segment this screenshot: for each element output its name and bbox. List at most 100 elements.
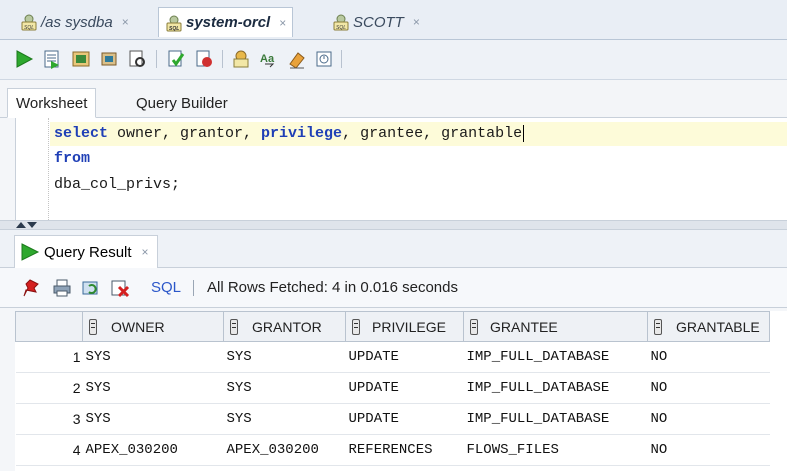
- sql-keyword: from: [54, 150, 91, 167]
- svg-text:SQL: SQL: [24, 25, 34, 31]
- connection-tab-label: system-orcl: [186, 14, 271, 31]
- column-header-grantor[interactable]: GRANTOR: [223, 311, 346, 342]
- sql-text: , grantee, grantable: [342, 125, 523, 142]
- cell-grantor[interactable]: SYS: [223, 372, 346, 404]
- sql-connection-icon: SQL: [333, 14, 349, 31]
- cell-grantable[interactable]: NO: [647, 372, 770, 404]
- fetch-status-text: All Rows Fetched: 4 in 0.016 seconds: [207, 279, 458, 296]
- cell-grantable[interactable]: NO: [647, 434, 770, 466]
- cell-grantor[interactable]: APEX_030200: [223, 434, 346, 466]
- close-icon[interactable]: ×: [279, 16, 286, 30]
- close-icon[interactable]: ×: [413, 15, 420, 29]
- sql-link[interactable]: SQL: [151, 279, 181, 296]
- print-icon[interactable]: [52, 278, 72, 298]
- format-case-icon[interactable]: Aa: [259, 49, 279, 69]
- column-header-owner[interactable]: OWNER: [82, 311, 224, 342]
- connection-tab-system-orcl[interactable]: SQL system-orcl ×: [158, 7, 294, 37]
- table-row[interactable]: 1 SYS SYS UPDATE IMP_FULL_DATABASE NO: [15, 341, 770, 373]
- refresh-icon[interactable]: [81, 278, 101, 298]
- column-header-grantee[interactable]: GRANTEE: [463, 311, 648, 342]
- panel-splitter[interactable]: [0, 220, 787, 230]
- column-header-label: PRIVILEGE: [372, 318, 446, 335]
- run-statement-icon[interactable]: [14, 49, 34, 69]
- pin-icon[interactable]: [22, 278, 42, 298]
- cell-grantee[interactable]: IMP_FULL_DATABASE: [463, 372, 648, 404]
- sql-editor[interactable]: select owner, grantor, privilege, grante…: [15, 118, 787, 220]
- close-icon[interactable]: ×: [122, 15, 129, 29]
- table-header-row: OWNER GRANTOR PRIVILEGE GRANTEE GRANTABL…: [15, 311, 770, 342]
- column-type-icon: [654, 318, 662, 335]
- cell-grantee[interactable]: IMP_FULL_DATABASE: [463, 341, 648, 373]
- svg-text:Aa: Aa: [260, 53, 275, 65]
- toolbar-separator: [193, 280, 194, 296]
- results-grid: OWNER GRANTOR PRIVILEGE GRANTEE GRANTABL…: [15, 311, 787, 471]
- explain-plan-icon[interactable]: [99, 49, 119, 69]
- cell-owner[interactable]: SYS: [82, 372, 224, 404]
- cell-grantable[interactable]: NO: [647, 341, 770, 373]
- collapse-arrows-icon[interactable]: [14, 221, 38, 229]
- cell-privilege[interactable]: UPDATE: [345, 341, 464, 373]
- column-header-label: GRANTEE: [490, 318, 558, 335]
- connection-tab-label: SCOTT: [353, 13, 404, 31]
- svg-text:SQL: SQL: [336, 25, 346, 31]
- tab-worksheet[interactable]: Worksheet: [7, 88, 97, 118]
- editor-gutter: [16, 118, 49, 220]
- cell-grantor[interactable]: SYS: [223, 403, 346, 435]
- run-script-icon[interactable]: [42, 49, 62, 69]
- worksheet-toolbar: Aa: [0, 40, 787, 80]
- cell-grantee[interactable]: FLOWS_FILES: [463, 434, 648, 466]
- code-line-1: select owner, grantor, privilege, grante…: [50, 122, 787, 146]
- toolbar-separator: [156, 50, 157, 68]
- tab-query-builder[interactable]: Query Builder: [128, 88, 236, 118]
- commit-icon[interactable]: [166, 49, 186, 69]
- sql-connection-icon: SQL: [166, 15, 182, 32]
- row-number-header: [15, 311, 83, 342]
- tab-label: Worksheet: [16, 94, 88, 112]
- row-number: 2: [15, 372, 83, 404]
- cell-grantor[interactable]: SYS: [223, 341, 346, 373]
- cell-grantee[interactable]: IMP_FULL_DATABASE: [463, 403, 648, 435]
- cell-privilege[interactable]: REFERENCES: [345, 434, 464, 466]
- connection-tab-sysdba[interactable]: SQL /as sysdba ×: [14, 7, 135, 37]
- cell-owner[interactable]: SYS: [82, 403, 224, 435]
- close-icon[interactable]: ×: [142, 245, 149, 259]
- column-header-label: GRANTOR: [252, 318, 322, 335]
- autotrace-icon[interactable]: [71, 49, 91, 69]
- cell-privilege[interactable]: UPDATE: [345, 403, 464, 435]
- clear-eraser-icon[interactable]: [287, 49, 307, 69]
- unshared-worksheet-icon[interactable]: [314, 49, 334, 69]
- table-row[interactable]: 4 APEX_030200 APEX_030200 REFERENCES FLO…: [15, 434, 770, 466]
- sql-keyword: privilege: [261, 125, 343, 142]
- tab-query-result[interactable]: Query Result ×: [14, 235, 158, 268]
- row-number: 3: [15, 403, 83, 435]
- results-table: OWNER GRANTOR PRIVILEGE GRANTEE GRANTABL…: [15, 311, 770, 466]
- sql-text: dba_col_privs;: [54, 176, 181, 193]
- connection-tab-scott[interactable]: SQL SCOTT ×: [326, 7, 426, 37]
- row-number: 4: [15, 434, 83, 466]
- table-row[interactable]: 3 SYS SYS UPDATE IMP_FULL_DATABASE NO: [15, 403, 770, 435]
- column-header-privilege[interactable]: PRIVILEGE: [345, 311, 464, 342]
- cell-grantable[interactable]: NO: [647, 403, 770, 435]
- tab-label: Query Result: [44, 243, 132, 261]
- result-tab-bar: Query Result ×: [0, 230, 787, 268]
- table-row[interactable]: 2 SYS SYS UPDATE IMP_FULL_DATABASE NO: [15, 372, 770, 404]
- cell-owner[interactable]: APEX_030200: [82, 434, 224, 466]
- sql-connection-icon: SQL: [21, 14, 37, 31]
- cancel-query-icon[interactable]: [110, 278, 130, 298]
- toolbar-separator: [222, 50, 223, 68]
- connection-tab-bar: SQL /as sysdba × SQL system-orcl × SQL S…: [0, 0, 787, 40]
- row-number: 1: [15, 341, 83, 373]
- column-header-label: GRANTABLE: [676, 318, 760, 335]
- column-header-label: OWNER: [111, 318, 165, 335]
- toolbar-separator: [341, 50, 342, 68]
- cell-privilege[interactable]: UPDATE: [345, 372, 464, 404]
- worksheet-tab-bar: Worksheet Query Builder: [0, 80, 787, 118]
- cell-owner[interactable]: SYS: [82, 341, 224, 373]
- tab-label: Query Builder: [136, 94, 228, 112]
- sql-history-icon[interactable]: [231, 49, 251, 69]
- column-header-grantable[interactable]: GRANTABLE: [647, 311, 770, 342]
- rollback-icon[interactable]: [194, 49, 214, 69]
- column-type-icon: [352, 318, 360, 335]
- sql-text: owner, grantor,: [108, 125, 262, 142]
- sql-tuning-icon[interactable]: [127, 49, 147, 69]
